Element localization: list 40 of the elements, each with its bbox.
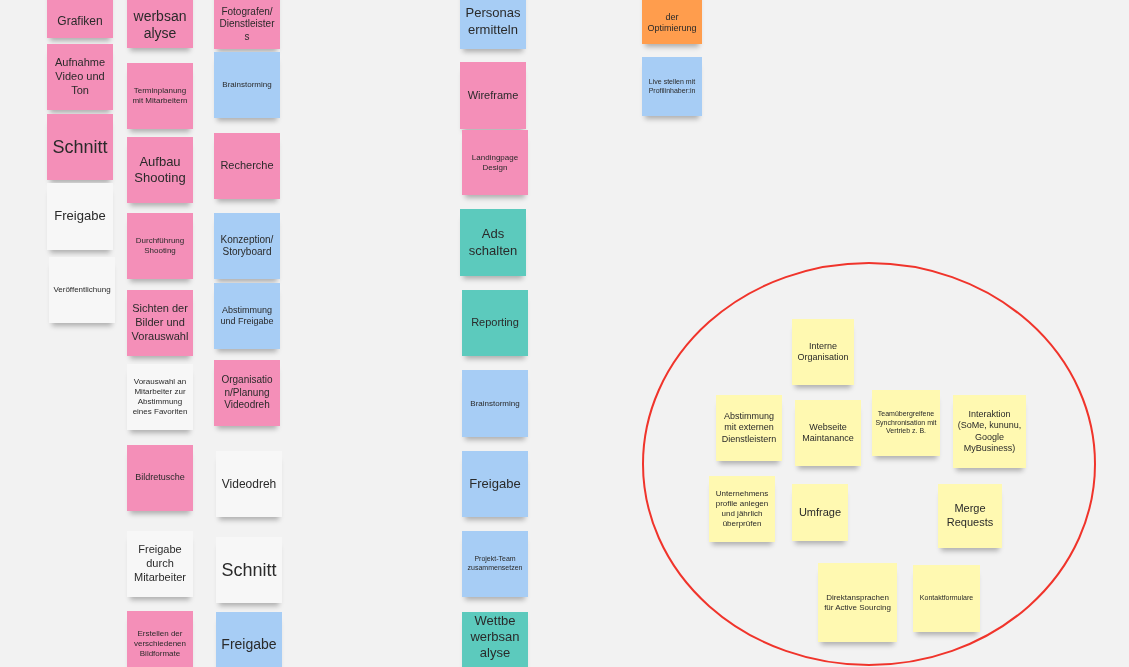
sticky-note: Brainstorming	[214, 52, 280, 118]
sticky-note: Reporting	[462, 290, 528, 356]
sticky-note: Wettbe werbsan alyse	[462, 612, 528, 667]
sticky-note: Umfrage	[792, 484, 848, 541]
sticky-note: Videodreh	[216, 451, 282, 517]
sticky-note: Terminplanung mit Mitarbeitern	[127, 63, 193, 129]
sticky-note: Wireframe	[460, 62, 526, 129]
sticky-note: Aufnahme Video und Ton	[47, 44, 113, 110]
sticky-note: Interaktion (SoMe, kununu, Google MyBusiness)	[953, 395, 1026, 468]
sticky-note: Organisatio n/Planung Videodreh	[214, 360, 280, 426]
sticky-note: Personas ermitteln	[460, 0, 526, 49]
sticky-note: Grafiken	[47, 0, 113, 38]
sticky-note: Ads schalten	[460, 209, 526, 276]
sticky-note: Recherche	[214, 133, 280, 199]
sticky-note: Aufbau Shooting	[127, 137, 193, 203]
sticky-note: Durchführung Shooting	[127, 213, 193, 279]
sticky-note: Erstellen der verschiedenen Bildformate	[127, 611, 193, 667]
sticky-note: Bildretusche	[127, 445, 193, 511]
sticky-note: werbsan alyse	[127, 0, 193, 48]
sticky-note: Veröffentlichung	[49, 257, 115, 323]
sticky-note: Abstimmung und Freigabe	[214, 283, 280, 349]
sticky-note: Direktansprachen für Active Sourcing	[818, 563, 897, 642]
sticky-note: Schnitt	[216, 537, 282, 603]
sticky-note: Vorauswahl an Mitarbeiter zur Abstimmung eines Favoriten	[127, 364, 193, 430]
sticky-note: Konzeption/ Storyboard	[214, 213, 280, 279]
sticky-note: Landingpage Design	[462, 130, 528, 195]
sticky-note: Freigabe durch Mitarbeiter	[127, 531, 193, 597]
sticky-note: Abstimmung mit externen Dienstleistern	[716, 395, 782, 461]
sticky-note: Fotografen/ Dienstleister s	[214, 0, 280, 49]
sticky-note: Merge Requests	[938, 484, 1002, 548]
sticky-note: Freigabe	[216, 612, 282, 667]
sticky-note: Brainstorming	[462, 370, 528, 437]
sticky-note: Schnitt	[47, 114, 113, 180]
sticky-note: Sichten der Bilder und Vorauswahl	[127, 290, 193, 356]
sticky-note: Unternehmens profile anlegen und jährlich überprüfen	[709, 476, 775, 542]
sticky-note: Freigabe	[462, 451, 528, 517]
sticky-note: Freigabe	[47, 183, 113, 250]
sticky-note: Interne Organisation	[792, 319, 854, 385]
sticky-note: Webseite Maintanance	[795, 400, 861, 466]
sticky-note: der Optimierung	[642, 0, 702, 44]
